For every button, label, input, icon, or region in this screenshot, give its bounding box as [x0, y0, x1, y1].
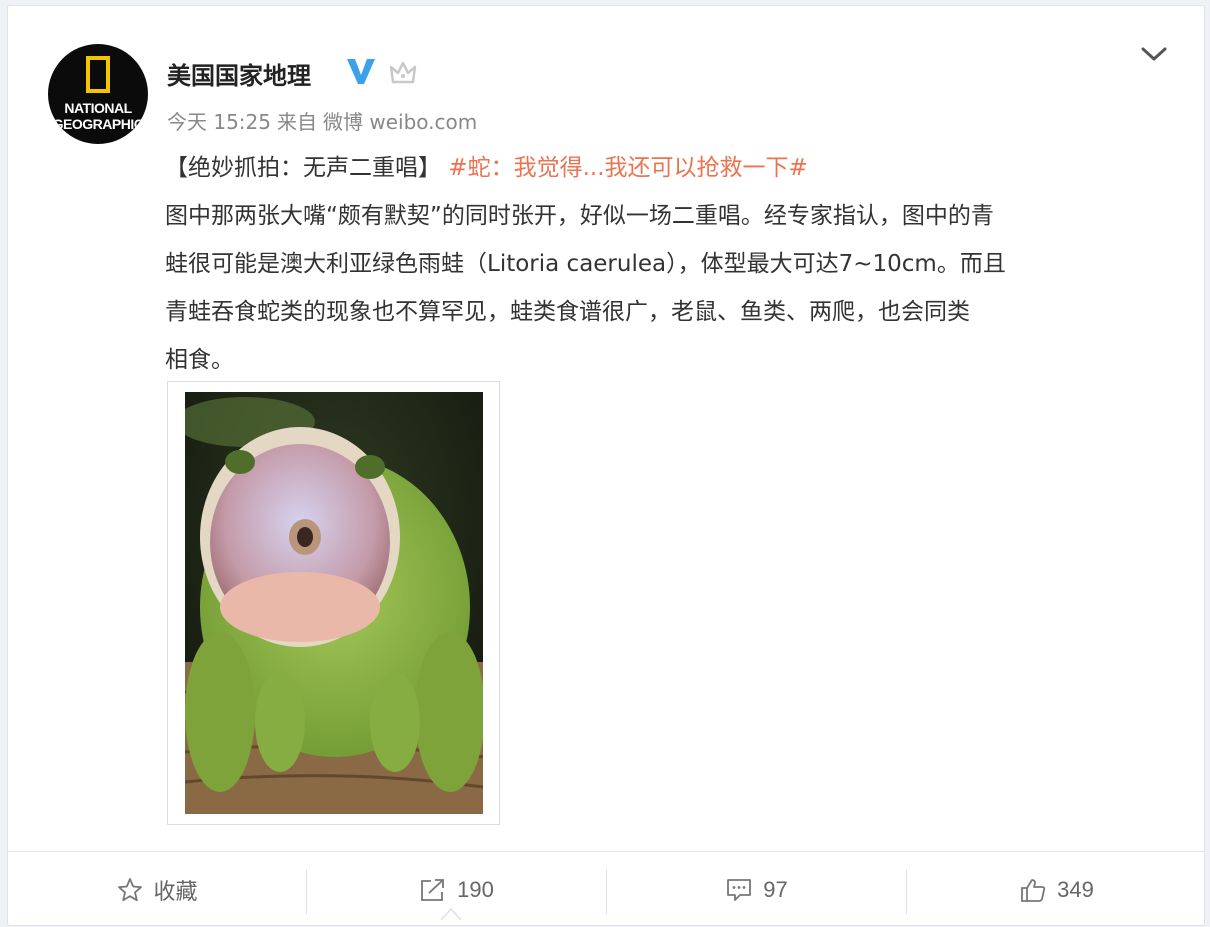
post-line-1: 图中那两张大嘴“颇有默契”的同时张开，好似一场二重唱。经专家指认，图中的青 — [165, 203, 994, 229]
verified-v-icon[interactable] — [345, 56, 377, 86]
post-line-4: 相食。 — [165, 347, 234, 373]
comment-icon — [727, 878, 752, 901]
star-icon — [118, 877, 143, 901]
chevron-down-icon[interactable] — [1140, 44, 1168, 64]
favorite-label: 收藏 — [153, 878, 198, 904]
post-text: 【绝妙抓拍：无声二重唱】 #蛇：我觉得...我还可以抢救一下# 图中那两张大嘴“… — [165, 144, 1175, 384]
post-title: 【绝妙抓拍：无声二重唱】 — [165, 155, 441, 181]
frog-photo — [185, 392, 483, 814]
comment-button[interactable]: 97 — [607, 852, 906, 927]
national-geographic-logo — [86, 56, 110, 93]
post-image[interactable] — [167, 381, 500, 825]
post-line-3: 青蛙吞食蛇类的现象也不算罕见，蛙类食谱很广，老鼠、鱼类、两爬，也会同类 — [165, 299, 970, 325]
like-button[interactable]: 349 — [907, 852, 1206, 927]
from-label: 来自 — [277, 110, 317, 134]
avatar-text-line2: GEOGRAPHIC — [52, 116, 144, 132]
avatar[interactable]: NATIONAL GEOGRAPHIC — [48, 44, 148, 144]
post-line-2: 蛙很可能是澳大利亚绿色雨蛙（Litoria caerulea），体型最大可达7~… — [165, 251, 1006, 277]
crown-icon[interactable] — [388, 58, 418, 88]
hashtag-link[interactable]: #蛇：我觉得...我还可以抢救一下# — [448, 155, 807, 181]
weibo-post-card: NATIONAL GEOGRAPHIC 美国国家地理 今天 15:25 来自 微博 … — [7, 5, 1205, 926]
like-count: 349 — [1057, 876, 1094, 902]
post-source[interactable]: 微博 weibo.com — [323, 110, 477, 134]
post-first-line: 【绝妙抓拍：无声二重唱】 #蛇：我觉得...我还可以抢救一下# — [165, 144, 1175, 192]
avatar-text-line1: NATIONAL — [64, 100, 132, 116]
action-bar: 收藏 190 97 349 — [8, 851, 1204, 927]
repost-count: 190 — [457, 876, 494, 902]
favorite-button[interactable]: 收藏 — [8, 852, 307, 927]
active-tab-caret-icon — [440, 907, 462, 920]
share-icon — [421, 878, 445, 901]
thumbs-up-icon — [1021, 878, 1046, 902]
post-meta: 今天 15:25 来自 微博 weibo.com — [167, 106, 483, 135]
post-time[interactable]: 今天 15:25 — [167, 110, 271, 134]
username[interactable]: 美国国家地理 — [167, 56, 311, 91]
comment-count: 97 — [763, 876, 788, 902]
